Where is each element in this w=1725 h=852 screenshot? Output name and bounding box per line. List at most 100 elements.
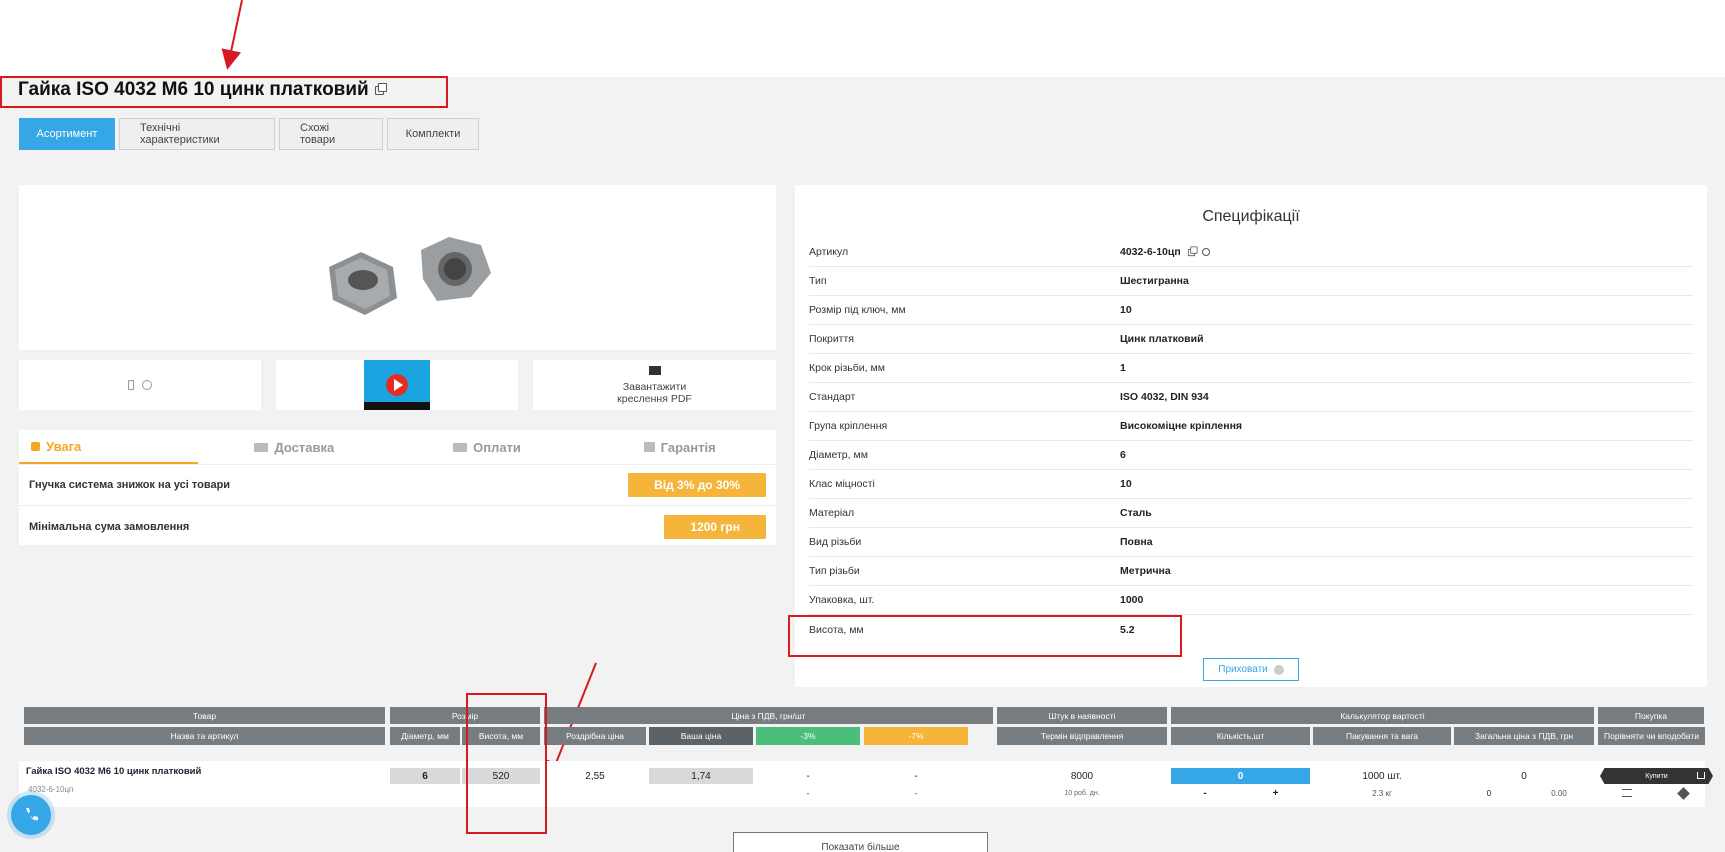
shield-icon xyxy=(31,441,40,451)
spec-value: 6 xyxy=(1120,449,1126,461)
product-tabs: Асортимент Технічні характеристики Схожі… xyxy=(19,118,479,150)
spec-row: Діаметр, мм 6 xyxy=(809,441,1693,470)
favorite-button[interactable] xyxy=(1656,786,1710,800)
spec-key: Упаковка, шт. xyxy=(809,594,875,606)
row-discount-3: - xyxy=(806,770,810,782)
qty-minus-button[interactable]: - xyxy=(1171,786,1239,800)
row-name[interactable]: Гайка ISO 4032 М6 10 цинк платковий xyxy=(26,766,201,777)
wallet-icon xyxy=(453,442,468,452)
annotation-box-table xyxy=(466,693,547,834)
spec-value: ISO 4032, DIN 934 xyxy=(1120,391,1209,403)
compare-button[interactable] xyxy=(1600,786,1654,800)
th-product: Товар xyxy=(24,707,385,724)
show-more-button[interactable]: Показати більше xyxy=(733,832,988,852)
info-tab-delivery[interactable]: Доставка xyxy=(198,430,391,464)
info-tab-warranty[interactable]: Гарантія xyxy=(583,430,776,464)
buy-button[interactable]: Купити xyxy=(1600,768,1713,784)
th-total: Загальна ціна з ПДВ, грн xyxy=(1454,727,1594,745)
product-image xyxy=(329,237,491,315)
row-discount-7: - xyxy=(914,770,918,782)
quantity-input[interactable]: 0 xyxy=(1171,768,1310,784)
thumb-video[interactable] xyxy=(276,360,518,410)
hide-label: Приховати xyxy=(1218,664,1268,675)
spec-key: Тип xyxy=(809,275,827,287)
spec-key: Покриття xyxy=(809,333,854,345)
th-discount-3: -3% xyxy=(756,727,860,745)
spec-key: Стандарт xyxy=(809,391,856,403)
spec-key: Тип різьби xyxy=(809,565,860,577)
row-total-b: 0.00 xyxy=(1551,788,1567,798)
download-icon xyxy=(648,365,661,375)
info-panel: Увага Доставка Оплати Гарантія Гнучка си… xyxy=(19,430,776,545)
th-name: Назва та артикул xyxy=(24,727,385,745)
row-ship: 10 роб. дн. xyxy=(1064,789,1100,797)
call-button[interactable] xyxy=(11,795,51,835)
th-compare: Порівняти чи вподобати xyxy=(1598,727,1705,745)
spec-row: Матеріал Сталь xyxy=(809,499,1693,528)
video-thumbnail xyxy=(364,360,430,410)
spec-key: Група кріплення xyxy=(809,420,888,432)
row-diameter: 6 xyxy=(390,768,460,784)
product-table: Товар Розмір Ціна з ПДВ, грн/шт Штук в н… xyxy=(19,704,1713,808)
row-discount-7b: - xyxy=(914,788,918,798)
info-tab-payment-label: Оплати xyxy=(473,439,521,455)
annotation-arrow-title xyxy=(221,0,243,70)
qty-plus-button[interactable]: + xyxy=(1241,786,1310,800)
copy-icon[interactable] xyxy=(1187,245,1198,256)
info-row-label: Мінімальна сума замовлення xyxy=(29,520,190,533)
info-row-discount: Гнучка система знижок на усі товари Від … xyxy=(19,465,776,506)
hide-button[interactable]: Приховати xyxy=(1203,658,1299,681)
th-ship: Термін відправлення xyxy=(997,727,1167,745)
row-weight: 2.3 кг xyxy=(1372,788,1392,798)
tab-similar[interactable]: Схожі товари xyxy=(279,118,383,150)
spec-row: Розмір під ключ, мм 10 xyxy=(809,296,1693,325)
spec-row: Крок різьби, мм 1 xyxy=(809,354,1693,383)
th-calc: Калькулятор вартості xyxy=(1171,707,1594,724)
tab-specs[interactable]: Технічні характеристики xyxy=(119,118,275,150)
info-tab-attention[interactable]: Увага xyxy=(19,430,198,464)
truck-icon xyxy=(254,442,269,452)
annotation-box-height xyxy=(788,615,1182,657)
spec-row: Клас міцності 10 xyxy=(809,470,1693,499)
download-line1: Завантажити xyxy=(622,380,687,393)
info-row-label: Гнучка система знижок на усі товари xyxy=(29,479,231,491)
info-tab-warranty-label: Гарантія xyxy=(660,439,716,455)
th-qty: Кількість,шт xyxy=(1171,727,1310,745)
info-tab-delivery-label: Доставка xyxy=(274,439,335,455)
plus-circle-icon[interactable] xyxy=(1201,248,1210,256)
spec-row: Артикул 4032-6-10цп xyxy=(809,238,1693,267)
spec-row: Тип Шестигранна xyxy=(809,267,1693,296)
spec-row: Вид різьби Повна xyxy=(809,528,1693,557)
row-total: 0 xyxy=(1521,770,1527,782)
info-row-min-order: Мінімальна сума замовлення 1200 грн xyxy=(19,506,776,547)
tab-kits[interactable]: Комплекти xyxy=(387,118,479,150)
spec-value: Високоміцне кріплення xyxy=(1120,420,1243,432)
show-more-label: Показати більше xyxy=(821,842,900,852)
th-diameter: Діаметр, мм xyxy=(390,727,460,745)
specs-panel: Специфікації Артикул 4032-6-10цп Тип Шести… xyxy=(795,185,1707,687)
spec-key: Артикул xyxy=(809,246,849,258)
spec-key: Вид різьби xyxy=(809,536,862,548)
spec-value: Сталь xyxy=(1120,507,1152,519)
thumb-3d[interactable] xyxy=(19,360,261,410)
spec-value: 1 xyxy=(1120,362,1126,374)
th-retail: Роздрібна ціна xyxy=(544,727,646,745)
buy-label: Купити xyxy=(1645,772,1668,780)
info-tab-payment[interactable]: Оплати xyxy=(391,430,584,464)
thumbs-up-icon xyxy=(643,442,655,452)
row-pack: 1000 шт. xyxy=(1362,770,1402,782)
th-stock: Штук в наявності xyxy=(997,707,1167,724)
th-buy: Покупка xyxy=(1598,707,1704,724)
spec-value: 10 xyxy=(1120,478,1132,490)
cube-icon xyxy=(128,380,134,390)
row-total-a: 0 xyxy=(1486,788,1492,798)
hide-wrap: Приховати xyxy=(795,658,1707,681)
row-sku: 4032-6-10цп xyxy=(28,785,74,794)
download-pdf[interactable]: Завантажити креслення PDF xyxy=(533,360,776,410)
tab-assortment[interactable]: Асортимент xyxy=(19,118,115,150)
row-stock: 8000 xyxy=(1070,770,1094,782)
spec-row: Група кріплення Високоміцне кріплення xyxy=(809,412,1693,441)
spec-key: Розмір під ключ, мм xyxy=(809,304,906,316)
spec-row: Покриття Цинк платковий xyxy=(809,325,1693,354)
phone-icon xyxy=(26,808,38,821)
